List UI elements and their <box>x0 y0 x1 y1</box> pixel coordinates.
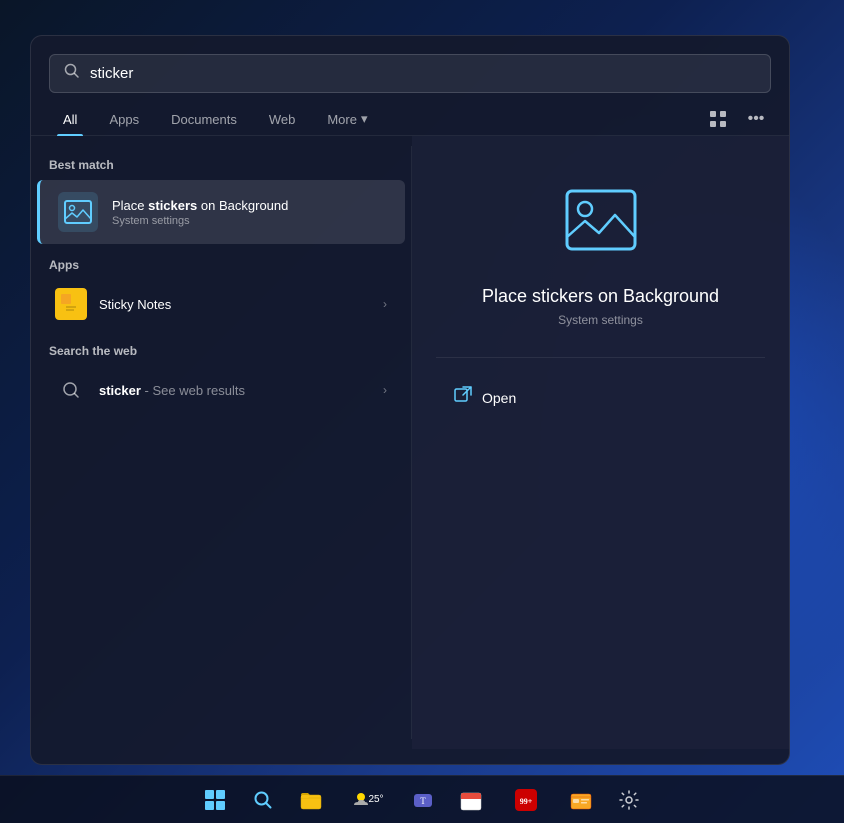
sticky-notes-item[interactable]: Sticky Notes › <box>37 278 405 330</box>
web-search-chevron: › <box>383 383 387 397</box>
more-options-button[interactable]: ••• <box>741 104 771 134</box>
sticky-notes-label: Sticky Notes <box>99 297 371 312</box>
svg-text:T: T <box>420 796 426 806</box>
apps-view-button[interactable] <box>703 104 733 134</box>
web-search-item[interactable]: sticker - See web results › <box>37 364 405 416</box>
taskbar: 25° T 99+ <box>0 775 844 823</box>
result-big-icon <box>556 176 646 266</box>
taskbar-search-button[interactable] <box>241 778 285 822</box>
left-panel: Best match Place stickers on Background … <box>31 136 411 749</box>
content-area: Best match Place stickers on Background … <box>31 136 789 749</box>
open-button[interactable]: Open <box>446 378 524 417</box>
open-label: Open <box>482 390 516 406</box>
best-match-item[interactable]: Place stickers on Background System sett… <box>37 180 405 244</box>
tabs-right-actions: ••• <box>703 104 771 134</box>
tab-more[interactable]: More ▾ <box>313 103 381 135</box>
file-explorer-button[interactable] <box>289 778 333 822</box>
tab-documents[interactable]: Documents <box>157 104 251 135</box>
best-match-text: Place stickers on Background System sett… <box>112 198 387 227</box>
teams-button[interactable]: T <box>401 778 445 822</box>
right-panel: Place stickers on Background System sett… <box>412 136 789 749</box>
result-subtitle: System settings <box>558 313 643 327</box>
web-search-text: sticker - See web results <box>99 383 371 398</box>
right-panel-divider <box>436 357 765 358</box>
best-match-label: Best match <box>31 152 411 180</box>
tab-web[interactable]: Web <box>255 104 310 135</box>
search-web-label: Search the web <box>31 330 411 364</box>
tabs-bar: All Apps Documents Web More ▾ ••• <box>31 93 789 136</box>
settings-button[interactable] <box>607 778 651 822</box>
chevron-down-icon: ▾ <box>361 111 368 127</box>
tab-apps[interactable]: Apps <box>95 104 153 135</box>
search-icon <box>64 63 80 84</box>
explorer2-button[interactable] <box>559 778 603 822</box>
tab-all[interactable]: All <box>49 104 91 135</box>
best-match-title: Place stickers on Background <box>112 198 387 213</box>
best-match-app-icon <box>58 192 98 232</box>
sticky-notes-icon <box>55 288 87 320</box>
calendar-button[interactable] <box>449 778 493 822</box>
windows-logo <box>205 790 225 810</box>
notifications-button[interactable]: 99+ <box>497 778 555 822</box>
web-search-query: sticker <box>99 383 141 398</box>
search-panel: All Apps Documents Web More ▾ ••• <box>30 35 790 765</box>
weather-button[interactable]: 25° <box>337 778 397 822</box>
result-title: Place stickers on Background <box>482 286 719 307</box>
search-input[interactable] <box>90 65 756 82</box>
web-search-suffix: - See web results <box>141 383 245 398</box>
search-bar[interactable] <box>49 54 771 93</box>
apps-section-label: Apps <box>31 244 411 278</box>
best-match-subtitle: System settings <box>112 215 387 227</box>
web-search-icon <box>55 374 87 406</box>
start-button[interactable] <box>193 778 237 822</box>
sticky-notes-chevron: › <box>383 297 387 311</box>
svg-text:99+: 99+ <box>520 797 533 806</box>
open-icon <box>454 386 472 409</box>
